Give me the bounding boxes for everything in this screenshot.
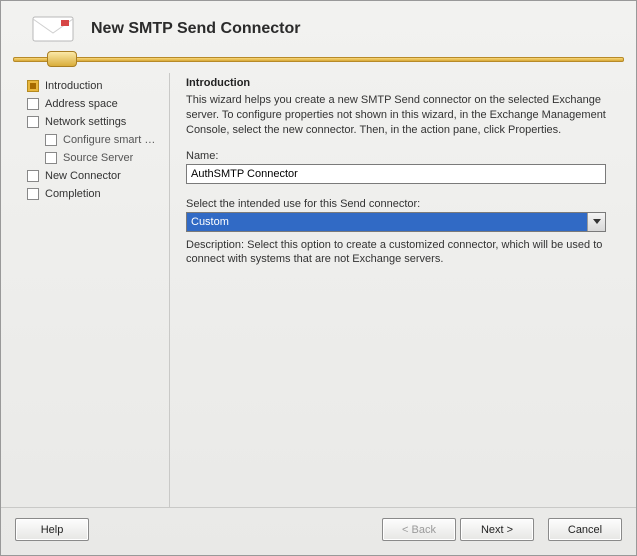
step-network-settings[interactable]: Network settings (27, 113, 161, 131)
wizard-steps-sidebar: Introduction Address space Network setti… (13, 73, 165, 507)
wizard-header: New SMTP Send Connector (1, 1, 636, 51)
wizard-body: Introduction Address space Network setti… (1, 73, 636, 507)
wizard-title: New SMTP Send Connector (91, 20, 301, 38)
intended-use-select[interactable]: Custom (186, 212, 606, 232)
wizard-content: Introduction This wizard helps you creat… (174, 73, 624, 507)
cancel-button[interactable]: Cancel (548, 518, 622, 541)
step-source-server[interactable]: Source Server (27, 149, 161, 167)
intro-text: This wizard helps you create a new SMTP … (186, 93, 606, 138)
chevron-down-icon (593, 219, 601, 225)
use-description: Description: Select this option to creat… (186, 238, 606, 268)
step-completion[interactable]: Completion (27, 185, 161, 203)
dropdown-button[interactable] (587, 213, 605, 231)
wizard-window: New SMTP Send Connector Introduction Add… (0, 0, 637, 556)
header-divider (13, 51, 624, 67)
back-button[interactable]: < Back (382, 518, 456, 541)
intended-use-value: Custom (187, 213, 587, 231)
step-configure-smart-host-auth[interactable]: Configure smart host authenticatio... (27, 131, 161, 149)
use-label: Select the intended use for this Send co… (186, 198, 606, 210)
next-button[interactable]: Next > (460, 518, 534, 541)
step-new-connector[interactable]: New Connector (27, 167, 161, 185)
connector-name-input[interactable] (186, 164, 606, 184)
content-heading: Introduction (186, 77, 606, 89)
vertical-divider (169, 73, 170, 507)
help-button[interactable]: Help (15, 518, 89, 541)
wizard-footer: Help < Back Next > Cancel (1, 507, 636, 555)
step-introduction[interactable]: Introduction (27, 77, 161, 95)
mail-icon (25, 13, 81, 45)
step-address-space[interactable]: Address space (27, 95, 161, 113)
name-label: Name: (186, 150, 606, 162)
